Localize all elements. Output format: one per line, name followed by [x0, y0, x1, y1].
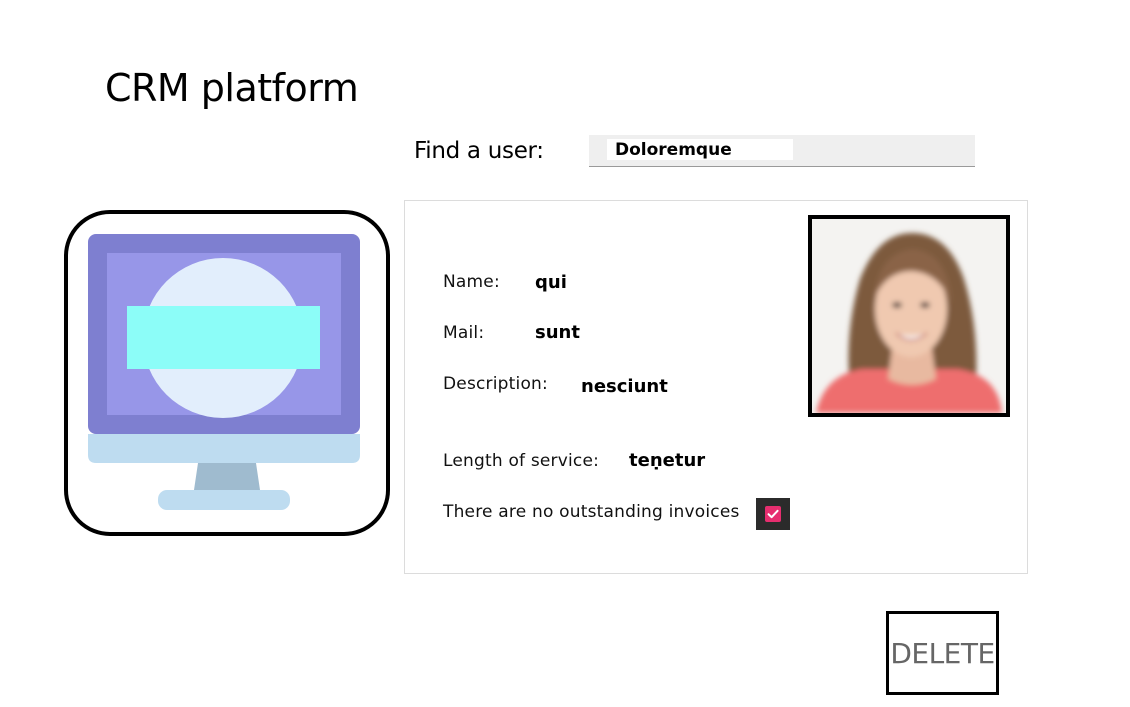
checkbox-fill — [765, 506, 781, 522]
length-of-service-label: Length of service: — [443, 451, 600, 471]
app-title: CRM platform — [105, 66, 359, 110]
search-box[interactable] — [589, 135, 975, 167]
mail-label: Mail: — [443, 323, 485, 343]
check-icon — [767, 509, 779, 519]
description-label: Description: — [443, 374, 548, 394]
user-avatar-portrait — [812, 219, 1006, 413]
delete-button[interactable]: DELETE — [886, 611, 999, 695]
name-label: Name: — [443, 272, 500, 292]
mail-value: sunt — [535, 322, 580, 343]
monitor-base — [88, 434, 360, 463]
monitor-foot — [158, 490, 290, 510]
length-of-service-value: teṇetur — [629, 450, 706, 471]
find-user-label: Find a user: — [414, 138, 544, 164]
user-photo — [808, 215, 1010, 417]
name-value: qui — [535, 272, 567, 293]
user-profile-card: Name: qui Mail: sunt Description: nesciu… — [404, 200, 1028, 574]
search-input[interactable] — [607, 139, 793, 160]
monitor-bar — [127, 306, 320, 369]
app-logo-card — [64, 210, 390, 536]
computer-monitor-icon — [88, 234, 360, 510]
no-outstanding-invoices-checkbox[interactable] — [756, 498, 790, 530]
description-value: nesciunt — [581, 376, 668, 397]
no-outstanding-invoices-label: There are no outstanding invoices — [443, 502, 740, 522]
monitor-stand — [194, 463, 260, 490]
